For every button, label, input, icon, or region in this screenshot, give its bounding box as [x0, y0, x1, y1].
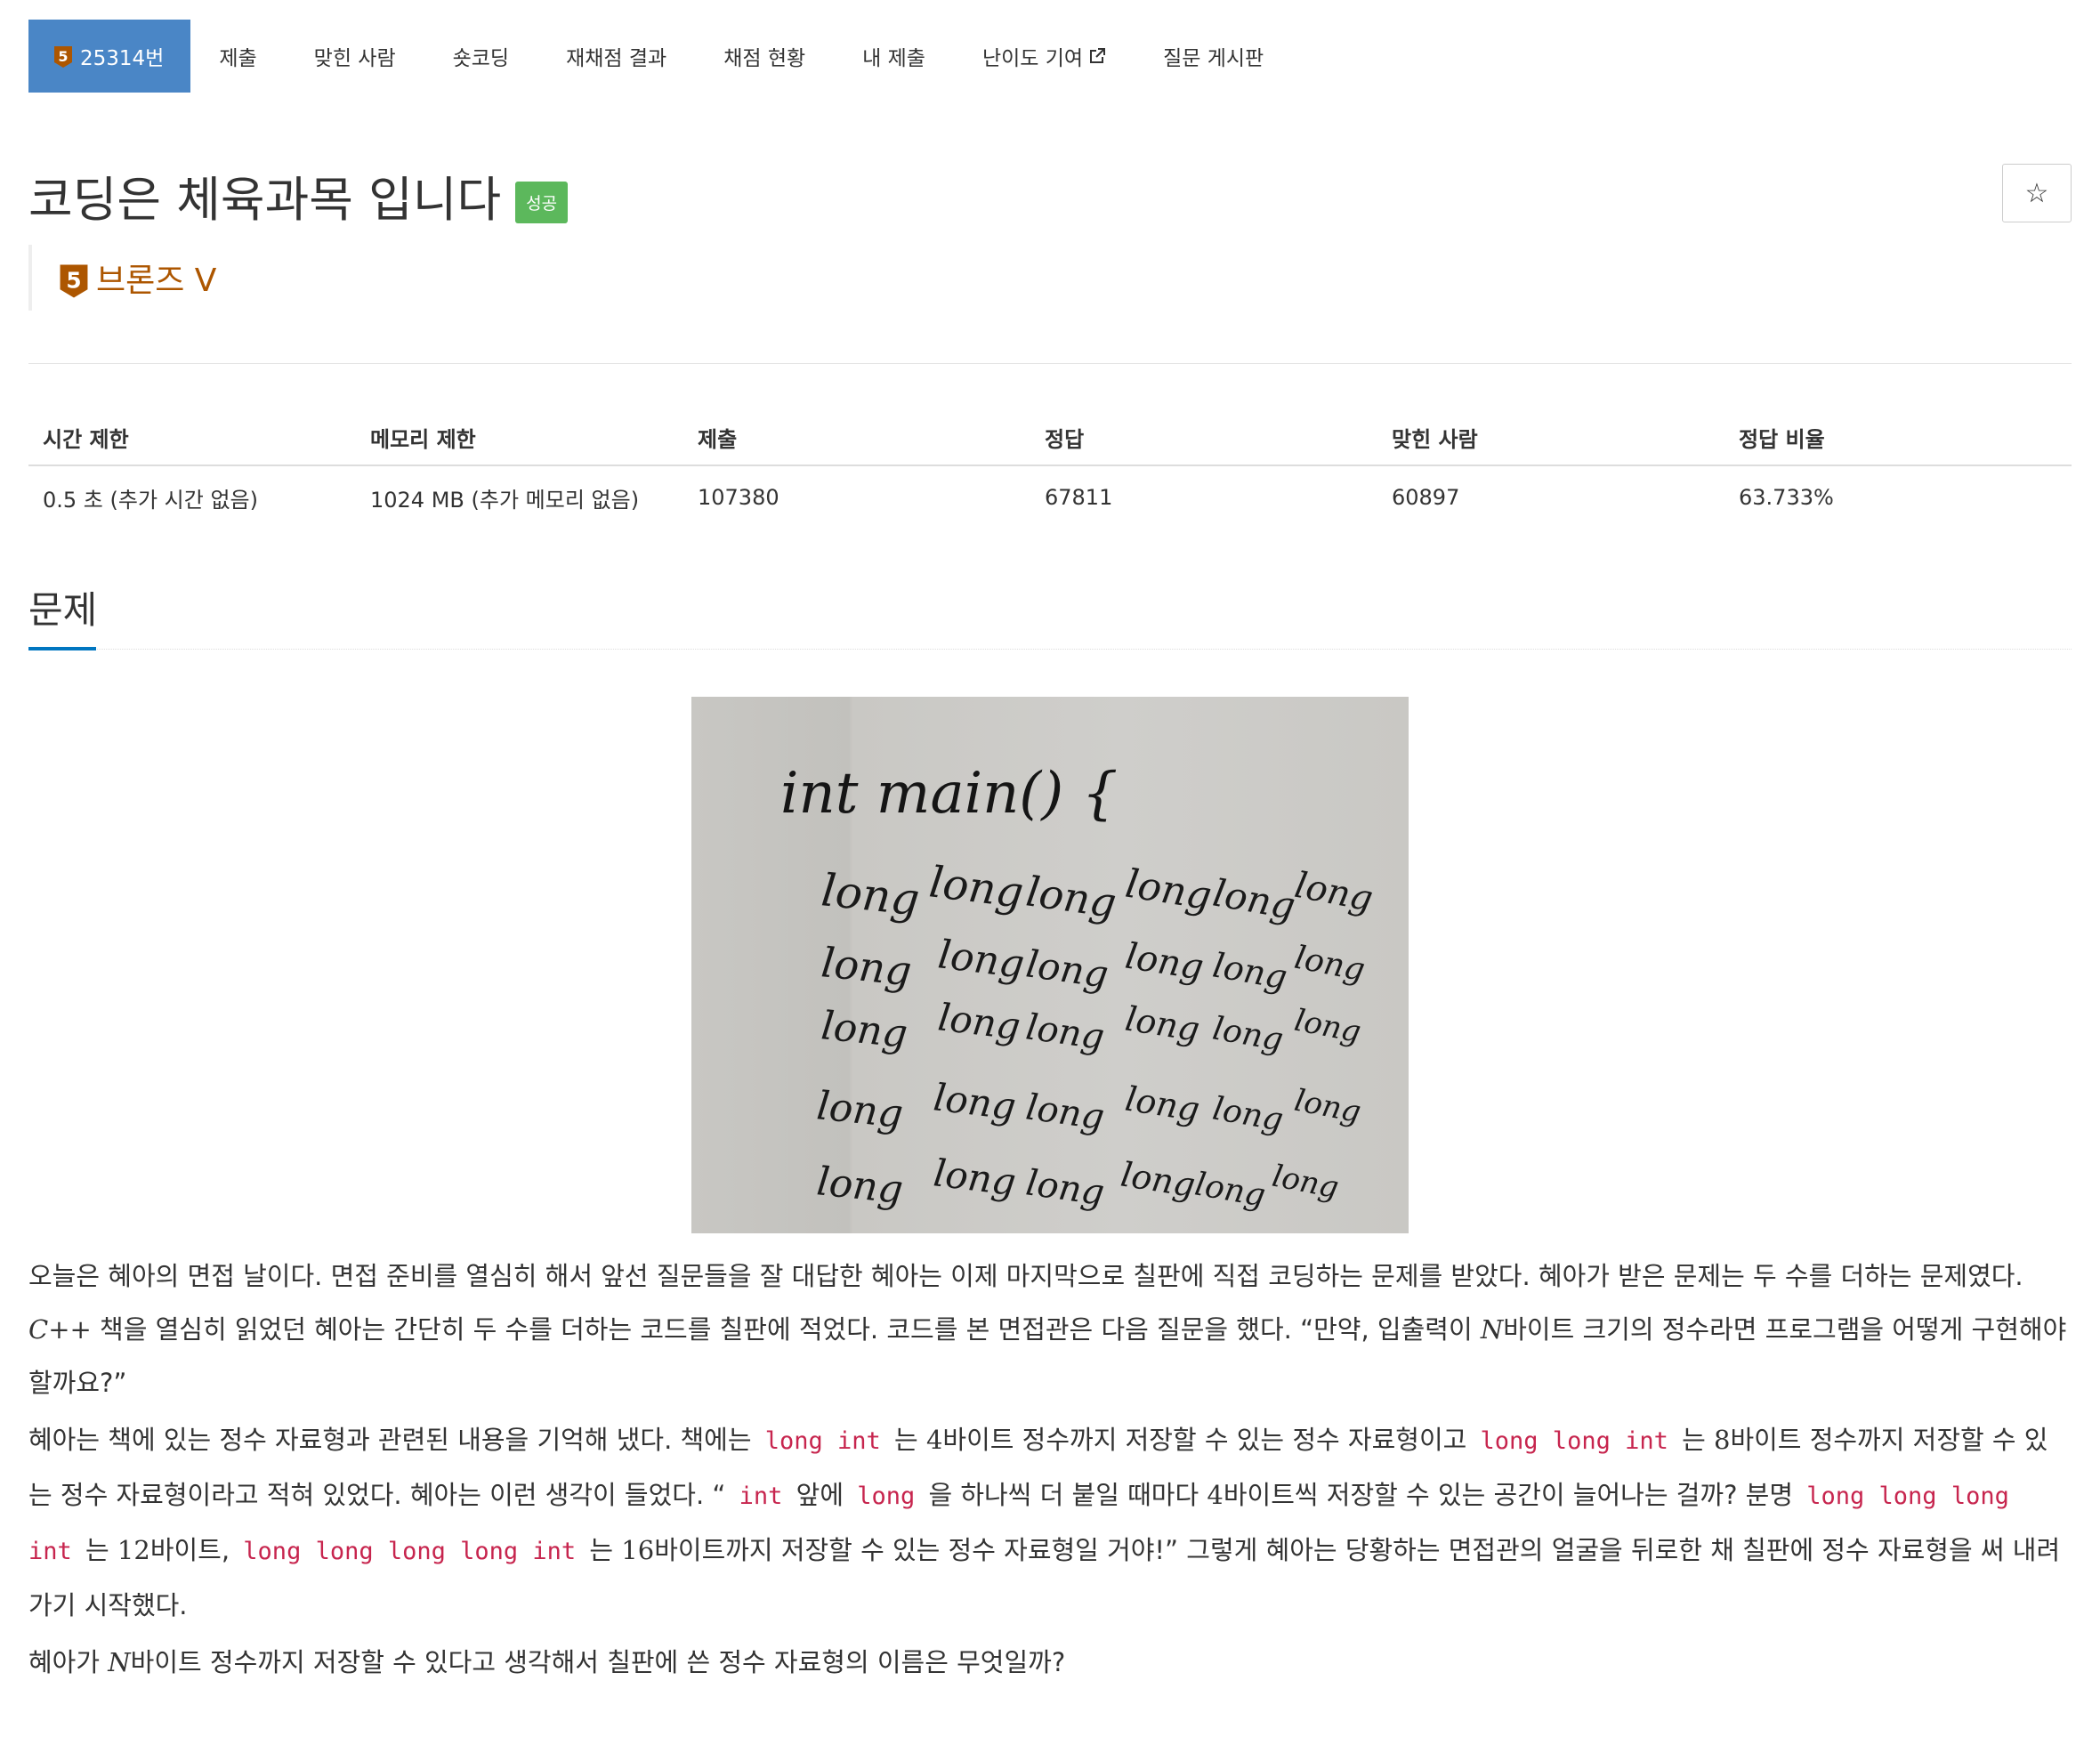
board-long-word: long	[1122, 936, 1206, 989]
board-long-word: long	[1210, 1090, 1286, 1138]
board-long-word: long	[932, 1151, 1019, 1204]
memory-limit-value: 1024 MB (추가 메모리 없음)	[370, 487, 640, 513]
board-long-word: long	[1210, 1010, 1286, 1058]
tab-short-coding[interactable]: 숏코딩	[424, 20, 537, 93]
board-long-word: long	[1291, 940, 1368, 989]
board-long-word: long	[1023, 1087, 1107, 1138]
section-title-problem: 문제	[28, 588, 98, 632]
whiteboard-handwriting: int main() { long longlong longlonglonglon…	[780, 761, 1377, 1215]
tab-status[interactable]: 채점 현황	[695, 20, 834, 93]
inline-code: long	[857, 1483, 916, 1510]
tab-difficulty-contribution[interactable]: 난이도 기여	[954, 20, 1135, 93]
col-accepted: 정답	[1030, 409, 1377, 466]
svg-text:5: 5	[66, 268, 81, 294]
status-badge: 성공	[515, 182, 569, 223]
svg-text:5: 5	[58, 48, 68, 65]
board-long-word: long	[1023, 1162, 1107, 1214]
table-row: 0.5 초 (추가 시간 없음) 1024 MB (추가 메모리 없음) 107…	[28, 465, 2072, 529]
problem-title: 코딩은 체육과목 입니다	[28, 172, 502, 228]
board-long-word: long	[819, 864, 922, 925]
board-long-words: long longlong longlonglonglong longlong long…	[814, 857, 1376, 1214]
divider	[28, 363, 2072, 364]
board-long-word: long	[1192, 1166, 1268, 1214]
accepted-value: 67811	[1045, 485, 1113, 510]
external-link-icon	[1090, 48, 1106, 63]
board-long-word: long	[1023, 1006, 1107, 1058]
problem-title-row: 코딩은 체육과목 입니다 성공	[28, 160, 569, 230]
board-long-word: long	[814, 1159, 905, 1213]
tab-question-board[interactable]: 질문 게시판	[1135, 20, 1292, 93]
board-long-word: long	[1291, 1003, 1363, 1051]
tab-my-submissions[interactable]: 내 제출	[834, 20, 954, 93]
board-line-main: int main() {	[780, 761, 1118, 827]
problem-paragraph-1: 오늘은 혜아의 면접 날이다. 면접 준비를 열심히 해서 앞선 질문들을 잘 …	[28, 1261, 2067, 1398]
favorite-star-button[interactable]: ☆	[2002, 164, 2072, 222]
board-long-word: long	[1023, 941, 1111, 996]
col-submissions: 제출	[683, 409, 1030, 466]
board-long-word: long	[1291, 1083, 1363, 1131]
table-header-row: 시간 제한 메모리 제한 제출 정답 맞힌 사람 정답 비율	[28, 409, 2072, 466]
problem-nav: 5 25314번 제출 맞힌 사람 숏코딩 재채점 결과 채점 현황 내 제출 …	[28, 20, 1292, 93]
board-long-word: long	[926, 857, 1026, 917]
board-long-word: long	[814, 1083, 905, 1137]
board-long-word: long	[1123, 1079, 1203, 1130]
submissions-value: 107380	[698, 485, 779, 510]
bronze-5-tier-icon: 5	[60, 264, 88, 298]
problem-id-label: 25314번	[80, 47, 165, 70]
board-long-word: long	[1269, 1159, 1341, 1207]
col-accept-ratio: 정답 비율	[1724, 409, 2072, 466]
board-long-word: long	[1210, 871, 1299, 928]
board-long-word: long	[1122, 861, 1215, 920]
section-underline	[28, 647, 96, 650]
tab-solved-users[interactable]: 맞힌 사람	[286, 20, 424, 93]
problem-description: 오늘은 혜아의 면접 날이다. 면접 준비를 열심히 해서 앞선 질문들을 잘 …	[28, 1249, 2072, 1689]
inline-code: long long int	[1480, 1427, 1668, 1455]
problem-paragraph-2: 혜아는 책에 있는 정수 자료형과 관련된 내용을 기억해 냈다. 책에는 lo…	[28, 1425, 2061, 1620]
col-solved-users: 맞힌 사람	[1377, 409, 1724, 466]
problem-paragraph-3: 혜아가 N바이트 정수까지 저장할 수 있다고 생각해서 칠판에 쓴 정수 자료…	[28, 1647, 1066, 1677]
section-divider	[28, 649, 2072, 650]
inline-code: long int	[764, 1427, 881, 1455]
board-long-word: long	[932, 1075, 1019, 1128]
solved-users-value: 60897	[1392, 485, 1460, 510]
tab-difficulty-label: 난이도 기여	[981, 47, 1084, 70]
bronze-5-tier-icon: 5	[54, 46, 72, 68]
accept-ratio-value: 63.733%	[1739, 485, 1834, 510]
tab-submit[interactable]: 제출	[190, 20, 285, 93]
star-outline-icon: ☆	[2024, 177, 2049, 209]
board-long-word: long	[935, 932, 1027, 987]
tab-rejudge-results[interactable]: 재채점 결과	[537, 20, 695, 93]
board-long-word: long	[1123, 999, 1203, 1050]
inline-code: int	[739, 1483, 783, 1510]
board-long-word: long	[1210, 945, 1290, 997]
col-time-limit: 시간 제한	[28, 409, 356, 466]
board-long-word: long	[1023, 867, 1119, 927]
board-long-word: long	[1291, 865, 1376, 920]
problem-info-table: 시간 제한 메모리 제한 제출 정답 맞힌 사람 정답 비율 0.5 초 (추가…	[28, 409, 2072, 529]
board-long-word: long	[936, 995, 1023, 1048]
board-long-word: long	[819, 938, 914, 995]
tab-problem[interactable]: 5 25314번	[28, 20, 191, 93]
col-memory-limit: 메모리 제한	[356, 409, 683, 466]
tier-label: 브론즈 V	[96, 263, 217, 299]
problem-tier[interactable]: 5 브론즈 V	[28, 245, 216, 311]
time-limit-value: 0.5 초 (추가 시간 없음)	[43, 487, 258, 513]
board-long-word: long	[819, 1003, 909, 1057]
inline-code: long long long long int	[243, 1538, 577, 1565]
board-long-word: long	[1119, 1155, 1199, 1206]
whiteboard-image: int main() { long long long long long long lon…	[691, 697, 1409, 1233]
